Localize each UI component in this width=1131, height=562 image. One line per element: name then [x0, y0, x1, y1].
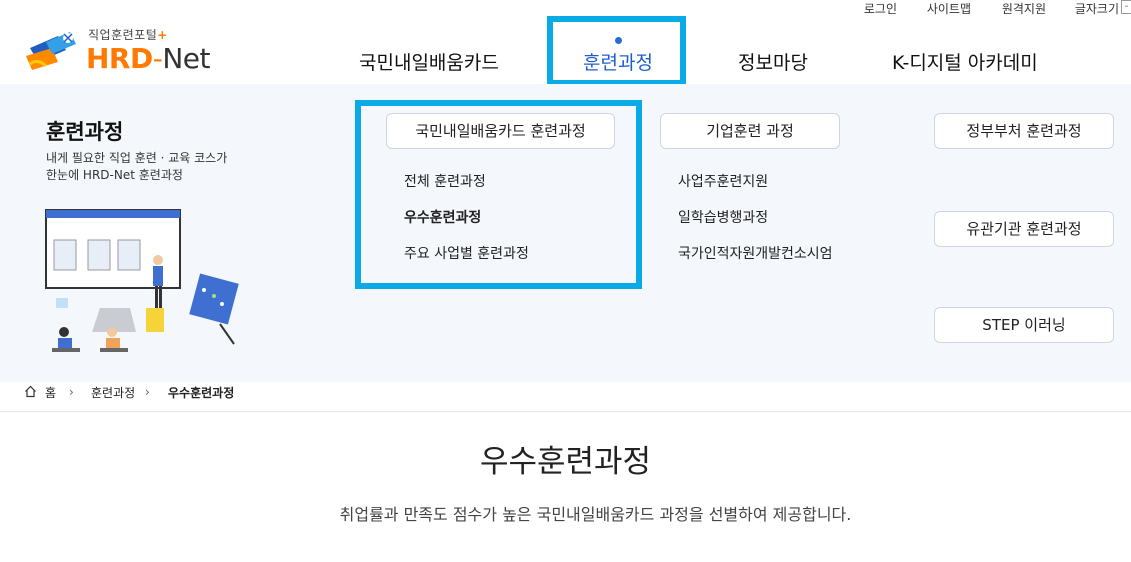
utility-bar: 로그인 사이트맵 원격지원 글자크기 -: [831, 0, 1131, 16]
login-link[interactable]: 로그인: [864, 0, 897, 17]
nav-k-digital-academy[interactable]: K-디지털 아카데미: [892, 48, 1038, 75]
link-employer-training[interactable]: 사업주훈련지원: [678, 171, 768, 191]
sitemap-link[interactable]: 사이트맵: [927, 0, 971, 17]
category-step-button[interactable]: STEP 이러닝: [934, 307, 1114, 343]
page-description: 취업률과 만족도 점수가 높은 국민내일배움카드 과정을 선별하여 제공합니다.: [339, 505, 852, 524]
site-logo[interactable]: 직업훈련포털+ HRD-Net: [24, 22, 224, 76]
breadcrumb-divider: [0, 411, 1131, 412]
category-agency-button[interactable]: 유관기관 훈련과정: [934, 211, 1114, 247]
nav-national-card[interactable]: 국민내일배움카드: [359, 48, 499, 75]
panel-title: 훈련과정: [46, 120, 124, 144]
breadcrumb: 홈 › 훈련과정 › 우수훈련과정: [24, 384, 264, 400]
category-government-button[interactable]: 정부부처 훈련과정: [934, 113, 1114, 149]
nav-active-dot: [615, 37, 622, 44]
breadcrumb-chevron-icon: ›: [145, 385, 150, 399]
link-consortium[interactable]: 국가인적자원개발컨소시엄: [678, 243, 833, 263]
submenu-highlight-box: [355, 100, 642, 289]
logo-mark-icon: [26, 32, 76, 70]
breadcrumb-training[interactable]: 훈련과정: [91, 384, 135, 401]
page-title: 우수훈련과정: [479, 444, 652, 480]
nav-training-course[interactable]: 훈련과정: [583, 48, 653, 75]
training-illustration: [45, 209, 239, 352]
logo-wordmark: HRD-Net: [86, 42, 211, 75]
link-work-study[interactable]: 일학습병행과정: [678, 207, 768, 227]
font-size-decrease-button[interactable]: -: [1121, 0, 1131, 14]
breadcrumb-current: 우수훈련과정: [168, 385, 235, 400]
home-icon[interactable]: [24, 385, 37, 398]
panel-description: 내게 필요한 직업 훈련 · 교육 코스가 한눈에 HRD-Net 훈련과정: [46, 151, 228, 182]
logo-subtitle: 직업훈련포털+: [88, 28, 168, 42]
breadcrumb-home[interactable]: 홈: [45, 384, 56, 401]
font-size-label[interactable]: 글자크기: [1075, 0, 1119, 17]
nav-info-plaza[interactable]: 정보마당: [738, 48, 808, 75]
category-corporate-button[interactable]: 기업훈련 과정: [660, 113, 840, 149]
remote-support-link[interactable]: 원격지원: [1002, 0, 1046, 17]
breadcrumb-chevron-icon: ›: [69, 385, 74, 399]
